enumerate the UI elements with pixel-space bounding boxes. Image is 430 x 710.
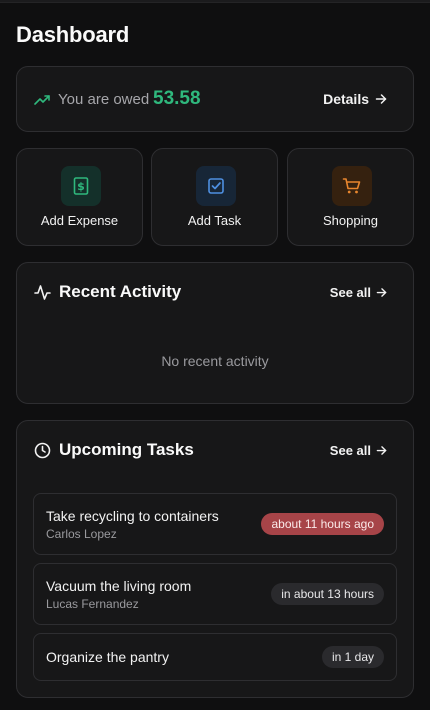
- task-assignee: Lucas Fernandez: [46, 597, 139, 611]
- recent-activity-header: Recent Activity: [34, 282, 181, 302]
- add-expense-label: Add Expense: [40, 213, 119, 228]
- svg-text:$: $: [77, 180, 85, 193]
- task-item[interactable]: Take recycling to containers Carlos Lope…: [33, 493, 397, 555]
- due-badge: in about 13 hours: [271, 583, 384, 605]
- task-name: Vacuum the living room: [46, 578, 192, 594]
- upcoming-tasks-card: Upcoming Tasks See all Take recycling to…: [16, 420, 414, 698]
- upcoming-tasks-title: Upcoming Tasks: [59, 440, 194, 459]
- arrow-right-icon: [376, 288, 387, 297]
- details-label: Details: [323, 91, 369, 107]
- recent-activity-see-all[interactable]: See all: [330, 285, 387, 300]
- upcoming-tasks-header: Upcoming Tasks: [34, 440, 194, 460]
- shopping-icon-box: [332, 166, 372, 206]
- task-item[interactable]: Vacuum the living room Lucas Fernandez i…: [33, 563, 397, 625]
- balance-label: You are owed: [58, 91, 150, 108]
- due-badge: in 1 day: [321, 646, 384, 668]
- add-expense-icon-box: $: [61, 166, 101, 206]
- recent-activity-card: Recent Activity See all No recent activi…: [16, 262, 414, 404]
- arrow-right-icon: [375, 94, 387, 104]
- add-task-button[interactable]: Add Task: [151, 148, 278, 246]
- balance-card: You are owed 53.58 Details: [16, 66, 414, 132]
- balance-amount: 53.58: [153, 88, 201, 109]
- upcoming-tasks-see-all[interactable]: See all: [330, 443, 387, 458]
- task-name: Organize the pantry: [46, 649, 169, 665]
- clock-icon: [34, 442, 51, 458]
- recent-activity-title: Recent Activity: [59, 282, 182, 301]
- shopping-button[interactable]: Shopping: [287, 148, 414, 246]
- add-expense-button[interactable]: $ Add Expense: [16, 148, 143, 246]
- add-task-icon-box: [196, 166, 236, 206]
- trending-up-icon: [34, 95, 50, 105]
- details-link[interactable]: Details: [323, 91, 387, 107]
- page-title: Dashboard: [16, 22, 130, 47]
- checkbox-icon: [208, 178, 224, 194]
- empty-state-text: No recent activity: [161, 353, 269, 369]
- task-assignee: Carlos Lopez: [46, 527, 117, 541]
- shopping-label: Shopping: [323, 213, 378, 228]
- activity-pulse-icon: [34, 284, 51, 300]
- shopping-cart-icon: [342, 178, 361, 194]
- dollar-receipt-icon: $: [73, 177, 89, 195]
- see-all-label: See all: [329, 443, 371, 458]
- add-task-label: Add Task: [187, 213, 242, 228]
- due-badge: about 11 hours ago: [261, 513, 384, 535]
- see-all-label: See all: [329, 285, 371, 300]
- task-name: Take recycling to containers: [46, 508, 219, 524]
- task-item[interactable]: Organize the pantry in 1 day: [33, 633, 397, 681]
- arrow-right-icon: [376, 446, 387, 455]
- top-bar: [0, 0, 430, 3]
